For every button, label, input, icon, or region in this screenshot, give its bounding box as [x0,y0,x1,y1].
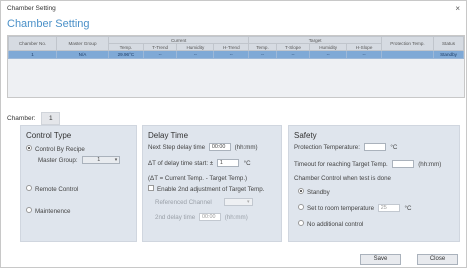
radio-label: Set to room temperature [307,205,375,212]
table-cell [381,50,434,59]
page-title: Chamber Setting [7,18,90,30]
radio-icon[interactable] [298,220,304,227]
chamber-control-label: Chamber Control when test is done [294,175,391,182]
master-group-label: Master Group: [38,157,78,164]
col-master-group[interactable]: Master Group [56,36,109,51]
chamber-setting-window: Chamber Setting × Chamber Setting Chambe… [0,0,467,268]
col-target-temp[interactable]: Temp. [248,43,277,51]
col-chamber-no[interactable]: Chamber No. [8,36,57,51]
room-temp-unit: °C [404,205,412,212]
protection-temp-label: Protection Temperature: [294,144,360,151]
room-temp-input[interactable]: 25 [377,204,400,213]
checkbox-label: Enable 2nd adjustment of Target Temp. [157,186,265,193]
chamber-number-box: 1 [41,112,61,125]
second-delay-input[interactable]: 00:00 [198,213,221,222]
master-group-select[interactable]: 1 ▾ [82,156,121,165]
delay-time-panel: Delay Time Next Step delay time 00:00 (h… [142,125,282,242]
radio-label: No additional control [307,221,364,228]
radio-label: Remote Control [35,186,79,193]
chevron-down-icon: ▾ [246,199,250,206]
radio-standby[interactable]: Standby [298,188,330,198]
radio-no-additional-control[interactable]: No additional control [298,220,363,230]
col-target-h-slope[interactable]: H-Slope [346,43,382,51]
referenced-channel-select[interactable]: ▾ [223,198,253,207]
col-protection-temp[interactable]: Protection Temp. [381,36,434,51]
col-current-t-trend[interactable]: T-Trend [142,43,178,51]
table-cell: N/A [56,50,109,59]
chamber-indicator: Chamber: 1 [7,112,61,125]
window-titlebar: Chamber Setting × [1,1,466,16]
radio-selected-icon[interactable] [26,145,32,152]
radio-icon[interactable] [26,185,32,192]
table-cell: 1 [8,50,57,59]
radio-icon[interactable] [298,204,304,211]
referenced-channel-label: Referenced Channel [155,199,212,206]
col-target-t-slope[interactable]: T-Slope [275,43,311,51]
save-button[interactable]: Save [360,254,401,265]
timeout-label: Timeout for reaching Target Temp. [294,161,388,168]
master-group-row: Master Group: 1 ▾ [38,156,121,166]
col-status[interactable]: Status [433,36,464,51]
close-button[interactable]: Close [417,254,458,265]
col-group-target: Target [248,36,382,44]
radio-control-by-recipe[interactable]: Control By Recipe [26,145,85,155]
radio-selected-icon[interactable] [298,188,304,195]
radio-maintenence[interactable]: Maintenence [26,207,70,217]
radio-label: Control By Recipe [35,146,85,153]
timeout-input[interactable] [391,160,414,169]
table-cell: -- [346,50,382,59]
table-cell: -- [213,50,250,59]
delta-t-label: ΔT of delay time start: ± [148,160,214,167]
control-type-panel: Control Type Control By Recipe Master Gr… [20,125,137,242]
delta-formula: (ΔT = Current Temp. - Target Temp.) [148,175,248,182]
radio-remote-control[interactable]: Remote Control [26,185,78,195]
col-current-h-trend[interactable]: H-Trend [213,43,250,51]
protection-temp-unit: °C [390,144,398,151]
col-target-humidity[interactable]: Humidity [309,43,348,51]
table-cell: -- [275,50,311,59]
master-group-value: 1 [97,157,101,164]
col-current-humidity[interactable]: Humidity [176,43,215,51]
checkbox-icon[interactable] [148,185,154,192]
col-current-temp[interactable]: Temp. [108,43,144,51]
control-type-title: Control Type [26,131,72,140]
delta-t-row: ΔT of delay time start: ± 1 °C [148,159,251,169]
timeout-row: Timeout for reaching Target Temp. (hh:mm… [294,160,441,170]
next-step-delay-row: Next Step delay time 00:00 (hh:mm) [148,143,258,153]
enable-2nd-adjustment-checkbox[interactable]: Enable 2nd adjustment of Target Temp. [148,185,264,195]
radio-set-room-temperature[interactable]: Set to room temperature 25 °C [298,204,411,214]
timeout-unit: (hh:mm) [418,161,442,168]
protection-temp-row: Protection Temperature: °C [294,143,397,153]
second-delay-unit: (hh:mm) [224,214,248,221]
protection-temp-input[interactable] [363,143,386,152]
chamber-label: Chamber: [7,115,36,122]
table-cell: -- [248,50,277,59]
safety-title: Safety [294,131,317,140]
safety-panel: Safety Protection Temperature: °C Timeou… [288,125,460,242]
table-row[interactable]: 1 N/A 29.96°C -- -- -- -- -- -- -- Stand… [8,50,464,59]
next-step-unit: (hh:mm) [234,144,258,151]
table-cell: Standby [433,50,464,59]
chamber-table: Chamber No. Master Group Current Target … [7,35,465,98]
col-group-current: Current [107,36,250,44]
table-cell: -- [176,50,215,59]
delta-t-input[interactable]: 1 [216,159,239,168]
table-cell: -- [309,50,348,59]
referenced-channel-row: Referenced Channel ▾ [155,198,253,208]
chevron-down-icon: ▾ [114,157,118,164]
table-cell: -- [142,50,178,59]
delta-t-unit: °C [243,160,251,167]
radio-icon[interactable] [26,207,32,214]
second-delay-label: 2nd delay time [155,214,196,221]
delay-time-title: Delay Time [148,131,189,140]
window-title: Chamber Setting [7,5,56,12]
close-icon[interactable]: × [455,1,460,16]
radio-label: Maintenence [35,208,71,215]
next-step-label: Next Step delay time [148,144,206,151]
radio-label: Standby [307,189,330,196]
next-step-delay-input[interactable]: 00:00 [208,143,231,152]
second-delay-row: 2nd delay time 00:00 (hh:mm) [155,213,248,223]
table-cell: 29.96°C [108,50,144,59]
